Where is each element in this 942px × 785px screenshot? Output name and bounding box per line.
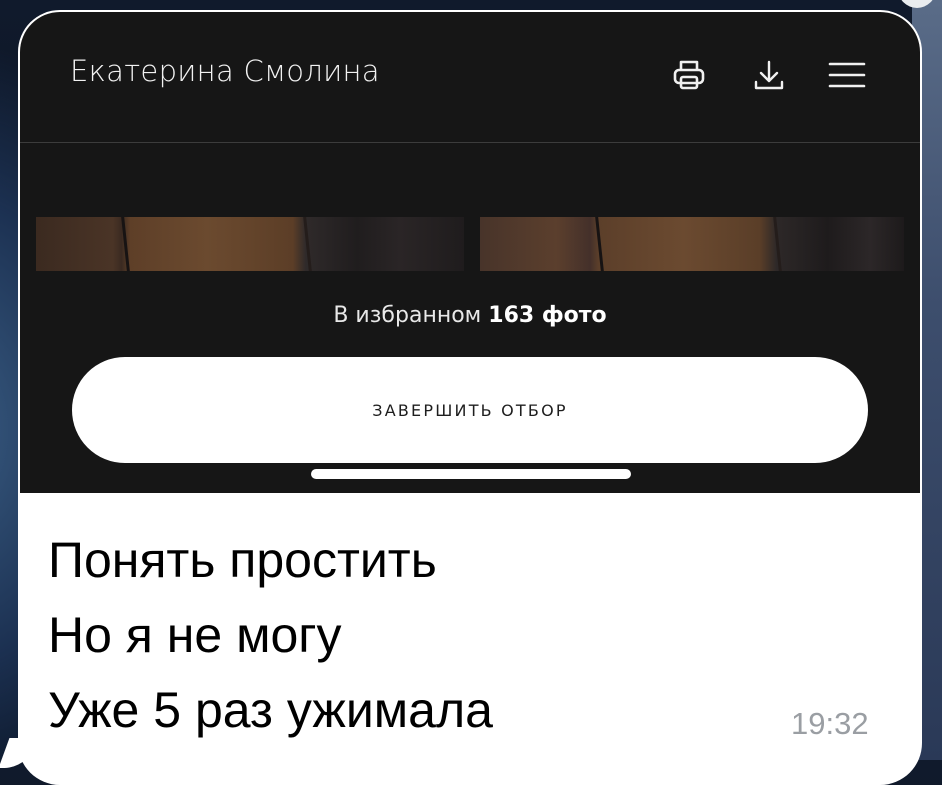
favorites-prefix: В избранном xyxy=(333,303,482,328)
message-bubble[interactable]: Екатерина Смолина В избранном 163 фото З… xyxy=(18,10,922,785)
thumbnail-detail xyxy=(303,217,312,271)
favorites-count: 163 фото xyxy=(488,303,607,328)
download-icon[interactable] xyxy=(748,54,790,96)
gallery-header: Екатерина Смолина xyxy=(20,12,920,142)
embedded-screenshot[interactable]: Екатерина Смолина В избранном 163 фото З… xyxy=(20,12,920,493)
finish-selection-button[interactable]: ЗАВЕРШИТЬ ОТБОР xyxy=(72,357,868,463)
photo-thumbnail[interactable] xyxy=(480,217,904,271)
home-indicator xyxy=(311,469,631,479)
finish-selection-label: ЗАВЕРШИТЬ ОТБОР xyxy=(372,400,568,420)
message-text: Понять простить Но я не могу Уже 5 раз у… xyxy=(48,523,493,748)
message-timestamp: 19:32 xyxy=(791,706,869,741)
photo-thumbnail[interactable] xyxy=(36,217,464,271)
thumbnail-detail xyxy=(595,217,604,271)
gallery-title: Екатерина Смолина xyxy=(70,54,380,88)
hamburger-menu-icon[interactable] xyxy=(826,54,868,96)
favorites-summary: В избранном 163 фото xyxy=(20,303,920,328)
message-line: Но я не могу xyxy=(48,607,342,663)
message-line: Уже 5 раз ужимала xyxy=(48,682,493,738)
message-line: Понять простить xyxy=(48,532,437,588)
header-divider xyxy=(20,142,920,143)
thumbnail-detail xyxy=(121,217,130,271)
printer-icon[interactable] xyxy=(668,54,710,96)
thumbnail-detail xyxy=(773,217,782,271)
